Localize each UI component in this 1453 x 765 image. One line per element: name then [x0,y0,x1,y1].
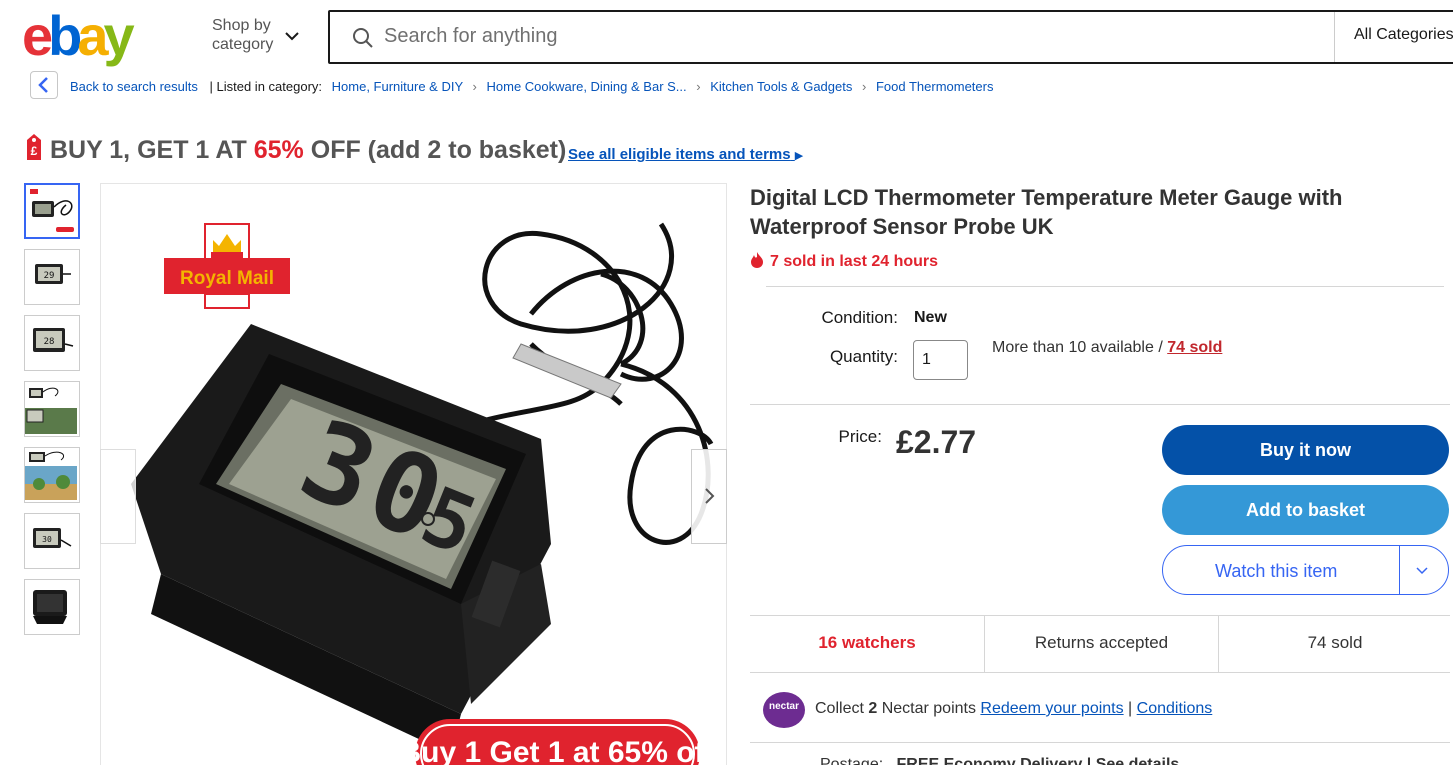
divider [750,404,1450,405]
price-tag-icon: £ [27,134,41,160]
sold-count-link[interactable]: 74 sold [1167,339,1222,356]
divider [766,286,1444,287]
nectar-logo: nectar [763,692,805,728]
search-input[interactable]: Search for anything [384,25,557,48]
quantity-input[interactable]: 1 [913,340,968,380]
sold-recently: 7 sold in last 24 hours [750,252,938,271]
divider [750,742,1450,743]
breadcrumb-item[interactable]: Food Thermometers [876,79,994,94]
logo-letter: b [48,4,82,67]
flame-icon [751,252,763,268]
postage-label: Postage: [820,756,884,765]
chevron-right-icon: › [472,79,477,94]
previous-image-button[interactable] [100,449,136,544]
thumbnail-2[interactable]: 29 [24,249,80,305]
quantity-label: Quantity: [829,347,898,366]
returns-accepted: Returns accepted [1034,633,1169,652]
chevron-right-icon: › [861,79,867,94]
thumbnail-5[interactable] [24,447,80,503]
availability: More than 10 available / 74 sold [992,339,1223,356]
promo-terms-link[interactable]: See all eligible items and terms ▶ [568,146,803,163]
condition-label: Condition: [821,308,898,327]
price-label: Price: [838,427,882,446]
shop-by-category-label: Shop by category [212,17,274,53]
logo-letter: e [22,4,53,67]
condition-value: New [914,309,947,326]
chevron-right-icon: › [696,79,701,94]
lcd-thermometer: 3 0 5 [131,324,551,754]
all-categories-select[interactable]: All Categories [1354,26,1453,44]
price-value: £2.77 [896,424,977,460]
thumbnail-7[interactable] [24,579,80,635]
logo-letter: a [77,4,108,67]
watchers-count: 16 watchers [818,633,916,652]
promo-headline: BUY 1, GET 1 AT 65% OFF (add 2 to basket… [50,136,567,164]
breadcrumb-item[interactable]: Kitchen Tools & Gadgets [710,79,852,94]
chevron-left-icon [38,77,48,93]
conditions-link[interactable]: Conditions [1137,700,1213,717]
watch-item-button[interactable]: Watch this item [1162,545,1449,595]
watch-label: Watch this item [1215,561,1338,581]
divider [1399,546,1400,594]
main-product-image[interactable]: Royal Mail 3 0 5 Buy 1 Get 1 at 65% off [100,183,727,765]
back-to-search-link[interactable]: Back to search results [70,79,198,94]
royal-mail-text: Royal Mail [180,268,274,289]
metal-probe [512,343,622,399]
search-bar: Search for anything All Categories [328,10,1453,64]
breadcrumb-item[interactable]: Home, Furniture & DIY [332,79,463,94]
chevron-right-icon [705,488,715,504]
svg-text:£: £ [31,144,38,158]
postage-value: FREE Economy Delivery | See details [896,756,1180,765]
ebay-logo[interactable]: ebay [22,6,172,66]
buy-it-now-button[interactable]: Buy it now [1162,425,1449,475]
svg-text:28: 28 [44,337,55,347]
banner-text: Buy 1 Get 1 at 65% off [399,736,715,765]
divider [750,672,1450,673]
divider [750,615,1450,616]
search-icon [353,28,373,48]
sold-count: 74 sold [1307,633,1363,652]
redeem-points-link[interactable]: Redeem your points [980,700,1123,717]
thumbnail-6[interactable]: 30 [24,513,80,569]
add-to-basket-button[interactable]: Add to basket [1162,485,1449,535]
shop-by-category-button[interactable]: Shop by category [212,16,282,54]
next-image-button[interactable] [691,449,727,544]
promo-banner-image: Buy 1 Get 1 at 65% off [399,719,716,765]
back-button[interactable] [30,71,58,99]
postage-info: Postage: FREE Economy Delivery | See det… [820,756,1179,765]
thumbnail-1[interactable] [24,183,80,239]
item-title: Digital LCD Thermometer Temperature Mete… [750,185,1343,239]
breadcrumb-item[interactable]: Home Cookware, Dining & Bar S... [487,79,687,94]
chevron-down-icon[interactable] [284,28,300,44]
chevron-down-icon[interactable] [1414,562,1430,578]
listed-in-label: | Listed in category: [209,79,323,94]
thumbnail-3[interactable]: 28 [24,315,80,371]
divider [1334,12,1335,62]
nectar-points: Collect 2 Nectar points Redeem your poin… [815,700,1213,717]
breadcrumb: Back to search results | Listed in categ… [70,79,993,94]
svg-text:30: 30 [42,535,52,544]
svg-text:29: 29 [44,271,55,281]
royal-mail-logo: Royal Mail [164,223,290,309]
logo-letter: y [103,4,135,67]
thumbnail-4[interactable] [24,381,80,437]
